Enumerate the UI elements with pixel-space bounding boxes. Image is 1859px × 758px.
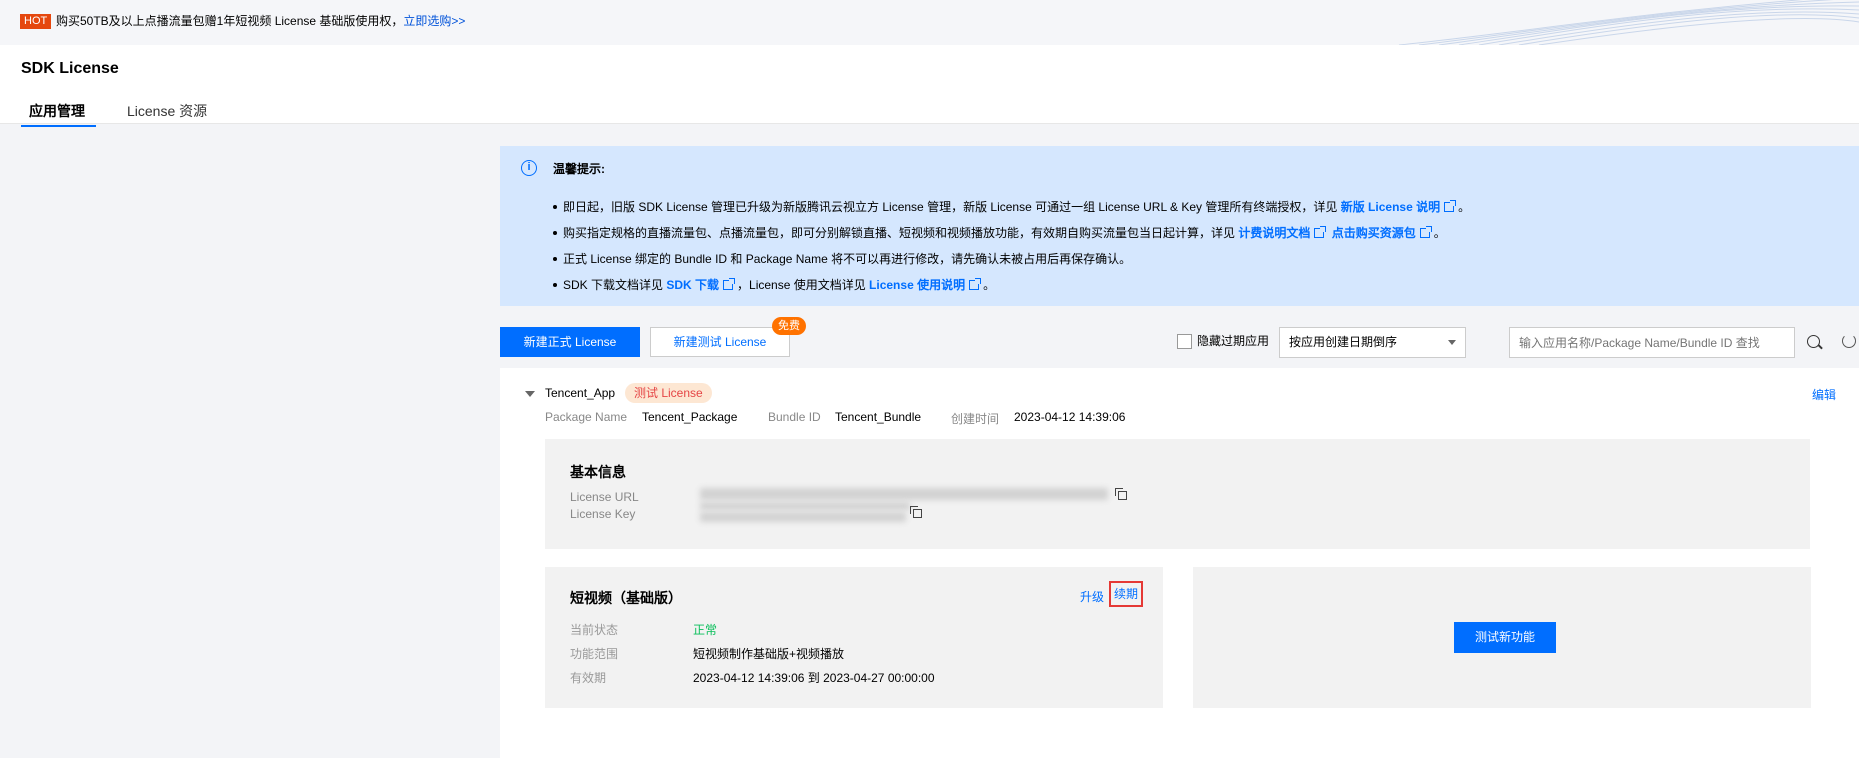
package-name-value: Tencent_Package	[642, 410, 738, 424]
validity-value: 2023-04-12 14:39:06 到 2023-04-27 00:00:0…	[693, 671, 935, 685]
package-name-meta: Package Name	[545, 410, 627, 424]
buy-resource-link[interactable]: 点击购买资源包	[1332, 226, 1416, 240]
new-formal-license-button[interactable]: 新建正式 License	[500, 327, 640, 357]
hide-expired-label[interactable]: 隐藏过期应用	[1197, 334, 1269, 349]
promo-banner: HOT 购买50TB及以上点播流量包赠1年短视频 License 基础版使用权，…	[0, 0, 1859, 45]
scope-value: 短视频制作基础版+视频播放	[693, 647, 845, 661]
new-license-doc-link[interactable]: 新版 License 说明	[1341, 200, 1440, 214]
test-new-feature-button[interactable]: 测试新功能	[1454, 622, 1556, 653]
status-value: 正常	[693, 623, 718, 637]
tip-text: SDK 下载文档详见	[563, 278, 667, 292]
license-url-value-redacted-2	[700, 502, 910, 510]
promo-message: 购买50TB及以上点播流量包赠1年短视频 License 基础版使用权，	[56, 14, 404, 28]
promo-buy-link[interactable]: 立即选购>>	[403, 14, 465, 28]
license-key-value-redacted	[700, 512, 906, 522]
tips-panel: i 温馨提示: 即日起，旧版 SDK License 管理已升级为新版腾讯云视立…	[500, 146, 1859, 306]
external-link-icon	[1444, 200, 1457, 212]
service-title: 短视频（基础版）	[570, 590, 682, 606]
edit-link[interactable]: 编辑	[1812, 386, 1836, 403]
new-test-license-button[interactable]: 新建测试 License	[650, 327, 790, 357]
tip-item: 正式 License 绑定的 Bundle ID 和 Package Name …	[553, 246, 1470, 272]
license-type-tag: 测试 License	[625, 383, 712, 403]
tip-item: SDK 下载文档详见 SDK 下载 ，License 使用文档详见 License…	[553, 272, 1470, 298]
bundle-id-meta: Bundle ID	[768, 410, 821, 424]
short-video-service-panel: 短视频（基础版） 升级 续期 当前状态 正常 功能范围 短视频制作基础版+视频播…	[545, 567, 1163, 708]
sdk-download-link[interactable]: SDK 下载	[666, 278, 719, 292]
external-link-icon	[1314, 226, 1327, 238]
tab-license-resources[interactable]: License 资源	[127, 102, 207, 120]
sort-select-value: 按应用创建日期倒序	[1289, 335, 1398, 349]
page-title: SDK License	[21, 60, 119, 77]
banner-decoration	[1398, 0, 1859, 45]
created-value-wrap: 2023-04-12 14:39:06	[1014, 410, 1125, 424]
license-url-label: License URL	[570, 490, 639, 504]
test-feature-panel: 测试新功能	[1193, 567, 1811, 708]
free-badge: 免费	[772, 317, 806, 335]
basic-info-title: 基本信息	[570, 464, 626, 480]
created-value: 2023-04-12 14:39:06	[1014, 410, 1126, 424]
tab-app-management[interactable]: 应用管理	[29, 102, 85, 120]
validity-label: 有效期	[570, 671, 607, 685]
refresh-icon[interactable]	[1842, 334, 1856, 348]
tip-suffix: 。	[983, 278, 996, 292]
copy-url-icon[interactable]	[1115, 488, 1127, 500]
search-input[interactable]	[1509, 327, 1795, 358]
upgrade-link[interactable]: 升级	[1080, 588, 1104, 605]
created-meta: 创建时间	[951, 410, 999, 427]
scope-label: 功能范围	[570, 647, 619, 661]
promo-text: 购买50TB及以上点播流量包赠1年短视频 License 基础版使用权，立即选购…	[56, 14, 465, 29]
sort-select[interactable]: 按应用创建日期倒序	[1279, 327, 1466, 358]
copy-key-icon[interactable]	[910, 506, 922, 518]
billing-doc-link[interactable]: 计费说明文档	[1238, 226, 1310, 240]
package-name-value-wrap: Tencent_Package	[642, 410, 737, 424]
tip-text: 购买指定规格的直播流量包、点播流量包，即可分别解锁直播、短视频和视频播放功能，有…	[563, 226, 1239, 240]
app-card: Tencent_App 测试 License 编辑 Package Name T…	[500, 368, 1859, 758]
hide-expired-checkbox[interactable]	[1177, 334, 1192, 349]
license-usage-link[interactable]: License 使用说明	[869, 278, 965, 292]
tip-item: 购买指定规格的直播流量包、点播流量包，即可分别解锁直播、短视频和视频播放功能，有…	[553, 220, 1470, 246]
tip-suffix: 。	[1458, 200, 1471, 214]
hot-badge: HOT	[20, 14, 52, 29]
package-name-label: Package Name	[545, 410, 628, 424]
tip-item: 即日起，旧版 SDK License 管理已升级为新版腾讯云视立方 Licens…	[553, 194, 1470, 220]
tip-text: 正式 License 绑定的 Bundle ID 和 Package Name …	[563, 252, 1132, 266]
status-label: 当前状态	[570, 623, 619, 637]
license-url-value-redacted	[700, 488, 1108, 500]
info-icon: i	[521, 160, 537, 176]
page-header: SDK License 应用管理 License 资源	[0, 45, 1859, 127]
external-link-icon	[1419, 226, 1432, 238]
chevron-down-icon	[1448, 340, 1456, 345]
main-content: i 温馨提示: 即日起，旧版 SDK License 管理已升级为新版腾讯云视立…	[500, 124, 1859, 758]
external-link-icon	[969, 278, 982, 290]
search-icon[interactable]	[1807, 335, 1820, 348]
tips-title: 温馨提示:	[553, 162, 605, 176]
license-key-label: License Key	[570, 507, 636, 521]
external-link-icon	[723, 278, 736, 290]
bundle-id-value-wrap: Tencent_Bundle	[835, 410, 921, 424]
collapse-arrow-icon[interactable]	[525, 391, 535, 397]
tip-middle: ，License 使用文档详见	[737, 278, 870, 292]
bundle-id-label: Bundle ID	[768, 410, 821, 424]
created-label: 创建时间	[951, 412, 1000, 426]
tips-list: 即日起，旧版 SDK License 管理已升级为新版腾讯云视立方 Licens…	[553, 194, 1470, 298]
active-tab-indicator	[21, 125, 96, 127]
tip-suffix: 。	[1433, 226, 1446, 240]
renew-link[interactable]: 续期	[1109, 581, 1143, 607]
basic-info-panel: 基本信息 License URL License Key	[545, 439, 1810, 549]
tip-text: 即日起，旧版 SDK License 管理已升级为新版腾讯云视立方 Licens…	[563, 200, 1341, 214]
app-name: Tencent_App	[545, 386, 616, 400]
bundle-id-value: Tencent_Bundle	[835, 410, 922, 424]
